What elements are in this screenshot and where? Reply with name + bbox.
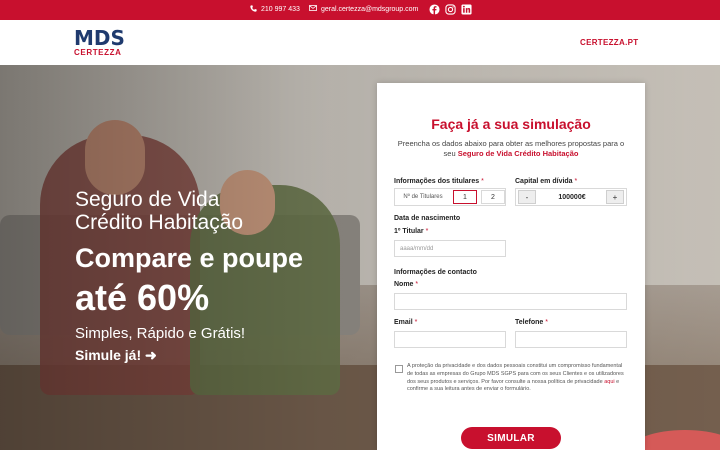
arrow-right-icon: ➜ — [145, 347, 157, 363]
name-field-label: Nome * — [394, 281, 418, 288]
name-input[interactable] — [394, 293, 627, 310]
email-field-label-text: Email — [394, 319, 413, 326]
privacy-policy-link[interactable]: aqui — [604, 379, 614, 385]
titulares-sublabel: Nº de Titulares — [403, 194, 443, 200]
privacy-notice: A proteção da privacidade e dos dados pe… — [407, 363, 629, 394]
birth-field-label-text: 1º Titular — [394, 228, 424, 235]
email-address: geral.certezza@mdsgroup.com — [321, 5, 419, 13]
phone-contact[interactable]: 210 997 433 — [250, 5, 300, 14]
phone-field-label-text: Telefone — [515, 319, 544, 326]
instagram-icon[interactable] — [445, 4, 456, 15]
hero-headline-line2: até 60% — [75, 277, 210, 318]
site-header: MDS CERTEZZA CERTEZZA.PT — [0, 20, 720, 65]
capital-label-text: Capital em dívida — [515, 178, 573, 185]
capital-stepper: - 100000€ + — [515, 188, 627, 206]
mds-certezza-logo[interactable]: MDS CERTEZZA — [74, 28, 125, 57]
birth-section-label: Data de nascimento — [394, 215, 461, 222]
logo-certezza-text: CERTEZZA — [74, 48, 122, 57]
phone-icon — [250, 5, 257, 14]
capital-value-input[interactable]: 100000€ — [538, 189, 606, 205]
logo-mds-text: MDS — [74, 26, 125, 50]
email-field-label: Email * — [394, 319, 417, 326]
phone-field-label: Telefone * — [515, 319, 548, 326]
form-title: Faça já a sua simulação — [431, 116, 591, 132]
email-input[interactable] — [394, 331, 506, 348]
required-mark: * — [425, 228, 429, 235]
hero-subtitle: Seguro de Vida Crédito Habitação — [75, 188, 243, 234]
envelope-icon — [309, 5, 317, 13]
form-description-highlight: Seguro de Vida Crédito Habitação — [457, 149, 579, 158]
titulares-selector: Nº de Titulares 1 2 — [394, 188, 506, 206]
form-description: Preencha os dados abaixo para obter as m… — [397, 139, 625, 159]
capital-decrement-button[interactable]: - — [518, 190, 536, 204]
hero-subtitle-line1: Seguro de Vida — [75, 188, 220, 211]
capital-label: Capital em dívida * — [515, 178, 577, 185]
linkedin-icon[interactable] — [461, 4, 472, 15]
birth-date-input[interactable]: aaaa/mm/dd — [394, 240, 506, 257]
email-contact[interactable]: geral.certezza@mdsgroup.com — [309, 5, 418, 13]
hero-cta-link[interactable]: Simule já! ➜ — [75, 347, 157, 363]
privacy-text-part1: A proteção da privacidade e dos dados pe… — [407, 363, 624, 385]
titulares-option-2[interactable]: 2 — [481, 190, 505, 204]
hero-cta-label: Simule já! — [75, 347, 142, 363]
phone-number: 210 997 433 — [261, 6, 300, 13]
required-mark: * — [545, 319, 548, 326]
capital-increment-button[interactable]: + — [606, 190, 624, 204]
hero-tagline: Simples, Rápido e Grátis! — [75, 325, 246, 342]
certezza-site-link[interactable]: CERTEZZA.PT — [580, 38, 638, 47]
hero-headline-line1: Compare e poupe — [75, 243, 304, 273]
privacy-checkbox[interactable] — [395, 365, 403, 373]
titulares-option-1[interactable]: 1 — [453, 190, 477, 204]
phone-input[interactable] — [515, 331, 627, 348]
required-mark: * — [574, 178, 578, 185]
required-mark: * — [414, 319, 418, 326]
birth-field-label: 1º Titular * — [394, 228, 428, 235]
simulate-button[interactable]: SIMULAR — [461, 427, 561, 449]
name-field-label-text: Nome — [394, 281, 414, 288]
required-mark: * — [481, 178, 484, 185]
hero-subtitle-line2: Crédito Habitação — [75, 211, 244, 234]
top-contact-bar: 210 997 433 geral.certezza@mdsgroup.com — [0, 0, 720, 20]
titulares-label: Informações dos titulares * — [394, 178, 484, 185]
simulation-form: Faça já a sua simulação Preencha os dado… — [377, 83, 645, 450]
titulares-label-text: Informações dos titulares — [394, 178, 480, 185]
facebook-icon[interactable] — [429, 4, 440, 15]
required-mark: * — [415, 281, 419, 288]
contact-section-label: Informações de contacto — [394, 269, 477, 276]
